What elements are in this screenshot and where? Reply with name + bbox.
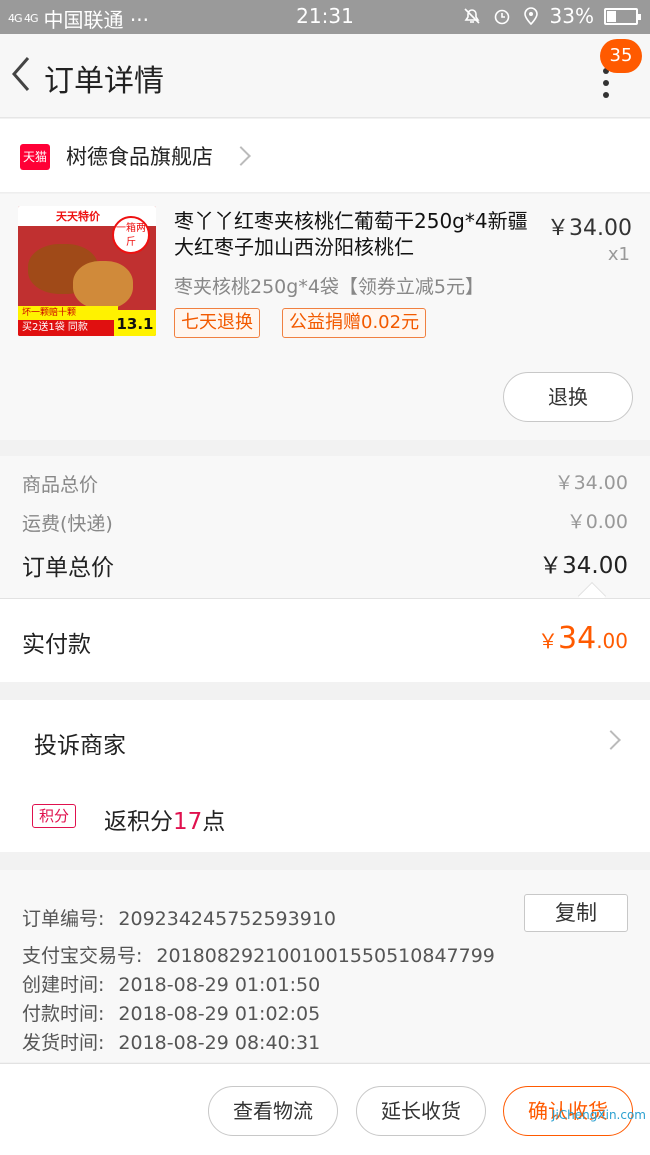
points-suffix: 点	[202, 809, 226, 835]
price-summary: 商品总价 ￥34.00 运费(快递) ￥0.00 订单总价 ￥34.00	[0, 456, 650, 611]
shipped-time: 2018-08-29 08:40:31	[118, 1032, 321, 1054]
thumb-banner-1: 坏一颗赔十颗	[18, 306, 118, 320]
alarm-icon	[494, 9, 509, 25]
status-bar: 4G 4G 中国联通 ··· 21:31 33%	[0, 0, 650, 34]
alipay-number: 2018082921001001550510847799	[156, 945, 495, 967]
service-tag-return: 七天退换	[174, 308, 260, 338]
created-time: 2018-08-29 01:01:50	[118, 974, 321, 996]
paid-time: 2018-08-29 01:02:05	[118, 1003, 321, 1025]
shipped-label: 发货时间:	[22, 1032, 105, 1054]
points-number: 17	[173, 809, 203, 835]
message-count-badge[interactable]: 35	[600, 39, 642, 73]
order-total-label: 订单总价	[22, 555, 114, 581]
complain-merchant: 投诉商家	[34, 733, 126, 759]
created-row: 创建时间: 2018-08-29 01:01:50	[22, 970, 320, 997]
thumb-tag: 一箱两斤	[112, 216, 150, 254]
location-icon	[523, 7, 538, 26]
more-menu-icon[interactable]	[596, 68, 616, 108]
order-info: 订单编号: 209234245752593910 复制 支付宝交易号: 201808…	[0, 870, 650, 1062]
actual-payment-label: 实付款	[22, 632, 91, 658]
alipay-label: 支付宝交易号:	[22, 945, 143, 967]
thumb-price: 13.1	[114, 310, 156, 336]
order-number-label: 订单编号:	[22, 908, 105, 930]
goods-total-label: 商品总价	[22, 474, 99, 496]
order-number: 209234245752593910	[118, 908, 336, 930]
order-total-value: ￥34.00	[539, 553, 628, 579]
action-footer: 查看物流 延长收货 确认收货 JiChengXin.com	[0, 1063, 650, 1155]
points-badge: 积分	[32, 804, 76, 828]
product-sku: 枣夹核桃250g*4袋【领券立减5元】	[174, 276, 485, 298]
product-card[interactable]: 天天特价 一箱两斤 坏一颗赔十颗 买2送1袋 同款 13.1 枣丫丫红枣夹核桃仁…	[0, 194, 650, 440]
actual-payment: 实付款 ￥34.00	[0, 598, 650, 682]
copy-button[interactable]: 复制	[524, 894, 628, 932]
battery-icon	[604, 7, 641, 25]
shop-name: 树德食品旗舰店	[66, 145, 213, 169]
goods-total-value: ￥34.00	[554, 472, 628, 494]
complain-row[interactable]: 投诉商家	[0, 700, 650, 780]
service-tag-charity: 公益捐赠0.02元	[282, 308, 427, 338]
product-quantity: x1	[607, 244, 630, 265]
shipped-row: 发货时间: 2018-08-29 08:40:31	[22, 1028, 320, 1055]
created-label: 创建时间:	[22, 974, 105, 996]
tmall-logo-icon: 天猫	[20, 144, 50, 170]
paid-row: 付款时间: 2018-08-29 01:02:05	[22, 999, 320, 1026]
product-thumbnail[interactable]: 天天特价 一箱两斤 坏一颗赔十颗 买2送1袋 同款 13.1	[18, 206, 156, 336]
view-logistics-button[interactable]: 查看物流	[208, 1086, 338, 1136]
shipping-value: ￥0.00	[566, 511, 628, 533]
product-price: ￥34.00	[547, 216, 632, 241]
paid-label: 付款时间:	[22, 1003, 105, 1025]
thumb-banner-2: 买2送1袋 同款	[18, 320, 118, 336]
mute-icon	[463, 8, 480, 24]
actual-payment-value: ￥34.00	[538, 621, 628, 656]
chevron-right-icon	[231, 146, 251, 166]
shipping-label: 运费(快递)	[22, 513, 113, 535]
walnut-shape	[73, 261, 133, 309]
points-prefix: 返积分	[104, 809, 173, 835]
order-number-row: 订单编号: 209234245752593910	[22, 904, 336, 931]
payment-decimal: .00	[596, 629, 628, 653]
alipay-row: 支付宝交易号: 2018082921001001550510847799	[22, 941, 495, 968]
currency-symbol: ￥	[538, 629, 558, 653]
refund-button[interactable]: 退换	[503, 372, 633, 422]
payment-integer: 34	[558, 621, 597, 656]
thumb-top-text: 天天特价	[56, 210, 100, 223]
extend-receipt-button[interactable]: 延长收货	[356, 1086, 486, 1136]
watermark-text: JiChengXin.com	[551, 1108, 646, 1122]
page-title: 订单详情	[44, 64, 164, 99]
shop-row[interactable]: 天猫 树德食品旗舰店	[0, 119, 650, 193]
product-title[interactable]: 枣丫丫红枣夹核桃仁葡萄干250g*4新疆大红枣子加山西汾阳核桃仁	[174, 208, 534, 260]
battery-percent: 33%	[549, 4, 594, 28]
service-section: 投诉商家 积分 返积分17点	[0, 700, 650, 852]
back-arrow-icon[interactable]	[6, 54, 36, 94]
nav-header: 订单详情 35	[0, 34, 650, 118]
chevron-right-icon	[601, 730, 621, 750]
points-reward: 返积分17点	[104, 802, 225, 836]
